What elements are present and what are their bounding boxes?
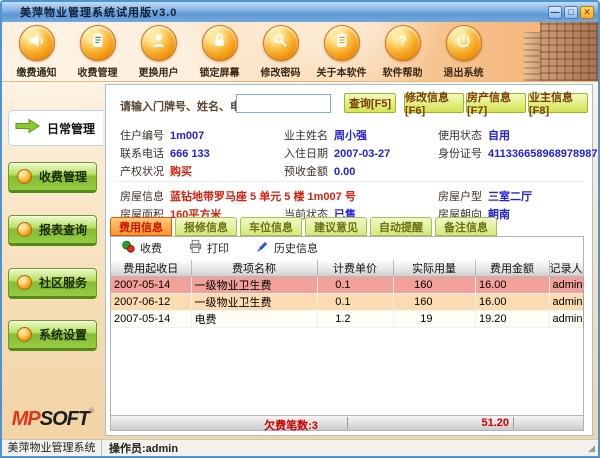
resident-field: 住户编号1m007: [120, 127, 204, 143]
sidebar-item-label: 日常管理: [47, 120, 95, 137]
resident-field: 预收金额0.00: [284, 163, 355, 179]
lock-icon: [211, 32, 228, 54]
orb-icon: [17, 169, 32, 184]
printer-icon: [188, 239, 203, 257]
info-doc-icon: [333, 32, 350, 54]
toolbar-button[interactable]: 关于本软件: [311, 24, 372, 80]
section-divider: [114, 181, 584, 182]
user-icon: [150, 32, 167, 54]
action-button[interactable]: 业主信息[F8]: [528, 93, 588, 113]
toolbar-button[interactable]: 锁定屏幕: [189, 24, 250, 80]
arrears-total: 51.20: [371, 417, 509, 429]
fee-row[interactable]: 2007-06-12一级物业卫生费0.116016.00admin: [111, 294, 583, 311]
tab[interactable]: 费用信息: [110, 217, 172, 236]
column-header[interactable]: 实际用量: [393, 260, 475, 277]
sidebar: 日常管理 收费管理报表查询社区服务系统设置 MPSOFT®: [2, 82, 103, 439]
toolbar-button[interactable]: 退出系统: [433, 24, 494, 80]
sidebar-item-daily-management[interactable]: 日常管理: [8, 110, 103, 146]
toolbar-button[interactable]: 缴费通知: [6, 24, 67, 80]
tab[interactable]: 报修信息: [175, 217, 237, 236]
pencil-icon: [255, 239, 270, 257]
power-icon: [455, 32, 472, 54]
logo-reg: ®: [89, 408, 93, 415]
coins-icon: [121, 239, 136, 257]
toolbar-button[interactable]: 收费管理: [67, 24, 128, 80]
fee-action-bar: 收费 打印 历史信息: [111, 237, 583, 259]
fee-row[interactable]: 2007-05-14电费1.21919.20admin: [111, 311, 583, 328]
sidebar-item[interactable]: 系统设置: [8, 320, 97, 351]
minimize-button[interactable]: —: [548, 6, 562, 19]
key-icon: [272, 32, 289, 54]
sidebar-item[interactable]: 报表查询: [8, 215, 97, 246]
logo-soft: SOFT: [40, 408, 89, 430]
tab-bar: 费用信息报修信息车位信息建议意见自动提醒备注信息: [110, 217, 497, 236]
main-panel: 请输入门牌号、姓名、电话[F2] 查询[F5]修改信息[F6]房产信息[F7]业…: [105, 84, 593, 436]
resident-field: 房屋信息蓝钻地带罗马座 5 单元 5 楼 1m007 号: [120, 188, 356, 204]
resident-field: 联系电话666 133: [120, 145, 210, 161]
fee-row[interactable]: 2007-05-14一级物业卫生费0.116016.00admin: [111, 277, 583, 294]
resident-field: 使用状态自用: [438, 127, 510, 143]
building-decoration: [540, 22, 598, 81]
close-button[interactable]: ✕: [580, 6, 594, 19]
tab[interactable]: 建议意见: [305, 217, 367, 236]
resident-field: 入住日期2007-03-27: [284, 145, 390, 161]
maximize-button[interactable]: □: [564, 6, 578, 19]
column-header[interactable]: 费用起收日: [111, 260, 191, 277]
sidebar-item[interactable]: 社区服务: [8, 268, 97, 299]
resident-field: 房屋户型三室二厅: [438, 188, 532, 204]
toolbar-items: 缴费通知收费管理更换用户锁定屏幕修改密码关于本软件?软件帮助退出系统: [6, 24, 494, 80]
history-button[interactable]: 历史信息: [255, 239, 318, 257]
title-bar[interactable]: 美萍物业管理系统试用版v3.0 —□✕: [2, 2, 598, 22]
orb-icon: [17, 275, 32, 290]
sidebar-item[interactable]: 收费管理: [8, 162, 97, 193]
logo-mp: MP: [12, 408, 40, 430]
app-window: 美萍物业管理系统试用版v3.0 —□✕ 缴费通知收费管理更换用户锁定屏幕修改密码…: [0, 0, 600, 458]
mpsoft-logo: MPSOFT®: [2, 408, 103, 431]
status-bar: 美萍物业管理系统 操作员:admin ◢: [2, 439, 598, 456]
action-button[interactable]: 查询[F5]: [344, 93, 396, 113]
fee-table[interactable]: 费用起收日费项名称计费单价实际用量费用金额记录人 2007-05-14一级物业卫…: [111, 260, 584, 328]
search-input[interactable]: [236, 94, 331, 113]
tab[interactable]: 车位信息: [240, 217, 302, 236]
window-controls: —□✕: [548, 6, 594, 19]
resident-field: 身份证号411336658968978987: [438, 145, 598, 161]
resize-grip[interactable]: ◢: [588, 443, 596, 454]
column-header[interactable]: 计费单价: [317, 260, 393, 277]
resident-field: 业主姓名周小强: [284, 127, 367, 143]
megaphone-icon: [28, 32, 45, 54]
column-header[interactable]: 记录人: [549, 260, 583, 277]
orb-icon: [17, 222, 32, 237]
orb-icon: [17, 327, 32, 342]
status-product: 美萍物业管理系统: [2, 440, 102, 456]
tab[interactable]: 备注信息: [435, 217, 497, 236]
action-button[interactable]: 修改信息[F6]: [404, 93, 464, 113]
column-header[interactable]: 费用金额: [475, 260, 549, 277]
window-title: 美萍物业管理系统试用版v3.0: [20, 4, 177, 20]
charge-button[interactable]: 收费: [121, 239, 162, 257]
toolbar-button[interactable]: 更换用户: [128, 24, 189, 80]
status-operator: 操作员:admin: [102, 440, 178, 456]
toolbar-button[interactable]: 修改密码: [250, 24, 311, 80]
resident-field: 产权状况购买: [120, 163, 192, 179]
document-icon: [89, 32, 106, 54]
fee-tab-panel: 收费 打印 历史信息 费用起收日费项名称计费单价实际用量费用金额记录人 2007-0…: [110, 236, 584, 431]
toolbar-button[interactable]: ?软件帮助: [372, 24, 433, 80]
body-area: 日常管理 收费管理报表查询社区服务系统设置 MPSOFT® 请输入门牌号、姓名、…: [2, 82, 598, 439]
svg-text:?: ?: [398, 32, 406, 48]
arrears-count: 欠费笔数:3: [221, 417, 361, 433]
green-arrow-icon: [15, 118, 41, 139]
fee-summary-bar: 欠费笔数:3 51.20: [111, 415, 583, 430]
main-toolbar: 缴费通知收费管理更换用户锁定屏幕修改密码关于本软件?软件帮助退出系统: [2, 22, 598, 82]
tab[interactable]: 自动提醒: [370, 217, 432, 236]
column-header[interactable]: 费项名称: [191, 260, 317, 277]
action-button[interactable]: 房产信息[F7]: [466, 93, 526, 113]
help-icon: ?: [394, 32, 411, 54]
print-button[interactable]: 打印: [188, 239, 229, 257]
